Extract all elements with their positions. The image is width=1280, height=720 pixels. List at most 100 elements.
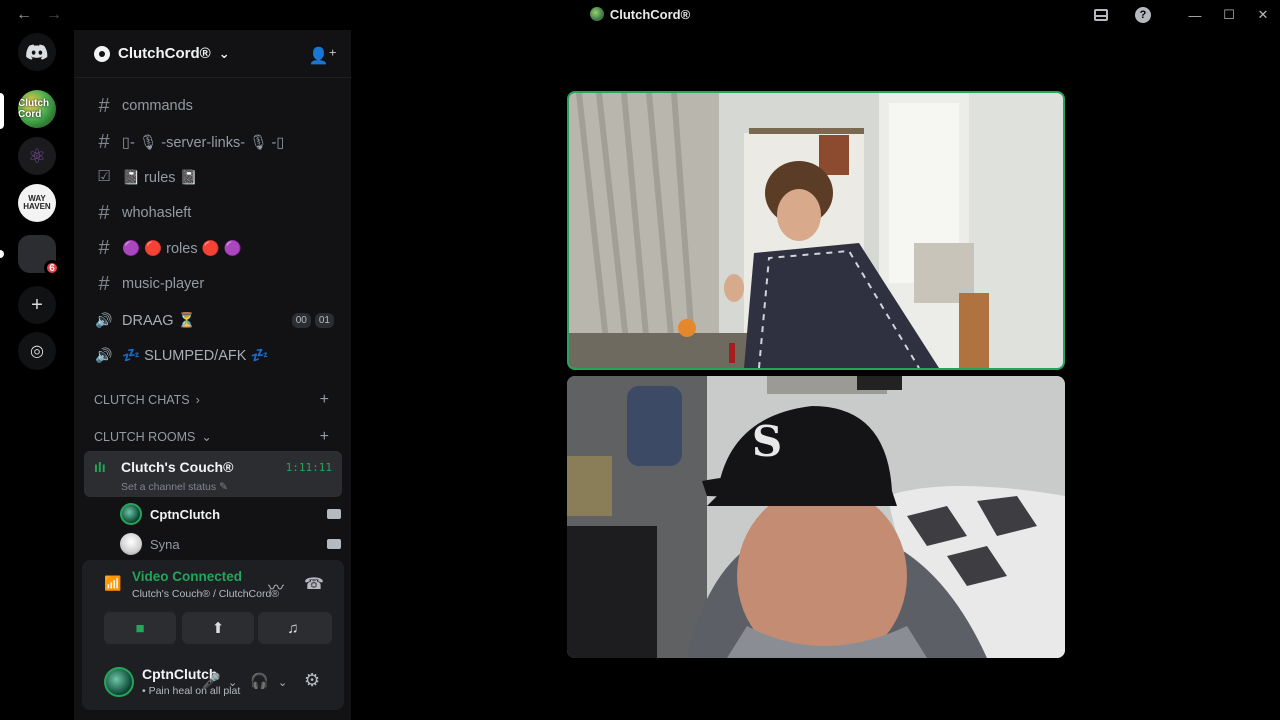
close-button[interactable]: ✕ (1246, 0, 1280, 30)
inbox-icon (1094, 9, 1108, 21)
hash-icon: # (98, 202, 110, 224)
webcam-feed-image: S (567, 376, 1065, 658)
svg-text:S: S (752, 417, 782, 466)
invite-people-icon[interactable]: 👤⁺ (309, 46, 337, 66)
direct-messages-button[interactable] (18, 33, 56, 71)
category-clutch-rooms[interactable]: CLUTCH ROOMS ⌄ (94, 430, 212, 444)
category-clutch-chats[interactable]: CLUTCH CHATS › (94, 393, 200, 407)
voice-status-subtitle[interactable]: Clutch's Couch® / ClutchCord® (132, 588, 279, 600)
chevron-down-icon: ⌄ (218, 45, 230, 61)
screen-share-icon: ⬆ (211, 620, 225, 637)
server-gear-icon (94, 45, 110, 62)
camera-icon: ■ (135, 619, 145, 637)
user-avatar[interactable] (104, 667, 134, 697)
voice-channel-clutchs-couch[interactable]: ılı Clutch's Couch® 1:11:11 Set a channe… (84, 451, 342, 497)
hash-icon: # (98, 237, 110, 259)
channel-draag[interactable]: 🔊 DRAAG ⏳ 00 01 (84, 303, 342, 337)
server-wayhaven[interactable]: WAY HAVEN (18, 184, 56, 222)
headphones-icon[interactable]: 🎧 (250, 672, 269, 690)
voice-member-name: Syna (150, 536, 180, 552)
video-tile-cptnclutch[interactable] (567, 91, 1065, 370)
rules-icon: ☑ (97, 168, 111, 185)
category-label: CLUTCH CHATS (94, 393, 190, 407)
voice-channel-timer: 1:11:11 (285, 461, 332, 474)
voice-member[interactable]: Syna (120, 531, 180, 557)
noise-suppression-icon[interactable]: 〰 (268, 574, 284, 598)
server-rail: Clutch Cord ⚛ WAY HAVEN 6 + ◎ (0, 30, 74, 720)
selected-server-indicator (0, 93, 4, 129)
disconnect-icon[interactable]: ☎ (304, 574, 324, 594)
user-panel: CptnClutch • Pain heal on all plat 🎤 ⌄ 🎧… (82, 650, 344, 710)
title-bar: ← → ClutchCord® ? — ☐ ✕ (0, 0, 1280, 30)
channel-status-link[interactable]: Set a channel status ✎ (121, 481, 228, 493)
soundboard-button[interactable]: ♫ (258, 612, 328, 644)
microphone-icon[interactable]: 🎤 (202, 672, 221, 690)
inbox-button[interactable] (1084, 0, 1118, 30)
user-status: • Pain heal on all plat (142, 685, 241, 697)
category-label: CLUTCH ROOMS (94, 430, 196, 444)
avatar (120, 533, 142, 555)
chevron-down-icon[interactable]: ⌄ (228, 676, 237, 689)
voice-channel-name: Clutch's Couch® (121, 459, 234, 475)
voice-activity-icon: ılı (94, 459, 106, 475)
discord-logo-icon (26, 44, 48, 60)
video-tile-syna[interactable]: S (567, 376, 1065, 658)
speaker-icon: 🔊 (95, 347, 113, 363)
channel-whohasleft[interactable]: # whohasleft (84, 196, 342, 230)
soundboard-icon: ♫ (287, 619, 299, 637)
server-header[interactable]: ClutchCord® ⌄ 👤⁺ (74, 30, 351, 78)
user-limit: 01 (314, 312, 334, 328)
channel-roles[interactable]: # 🟣 🔴 roles 🔴 🟣 (84, 231, 342, 265)
channel-label: ▯- 🎙 -server-links- 🎙 -▯ (122, 134, 285, 151)
chevron-down-icon: ⌄ (201, 430, 212, 444)
channel-label: 📓 rules 📓 (122, 169, 198, 186)
mention-badge: 6 (44, 260, 60, 276)
unread-indicator (0, 250, 4, 258)
channel-rules[interactable]: ☑ 📓 rules 📓 (84, 160, 342, 194)
camera-button[interactable]: ■ (104, 612, 176, 644)
channel-label: commands (122, 98, 193, 114)
server-logo-icon (589, 7, 604, 21)
channel-music-player[interactable]: # music-player (84, 267, 342, 301)
triskele-icon: ⚛ (28, 145, 46, 168)
screen-share-button[interactable]: ⬆ (182, 612, 254, 644)
hash-icon: # (98, 131, 110, 153)
server-triskele[interactable]: ⚛ (18, 137, 56, 175)
voice-status-title: Video Connected (132, 569, 243, 584)
webcam-feed-image (569, 93, 1063, 368)
hash-icon: # (98, 95, 110, 117)
connection-signal-icon[interactable]: 📶 (104, 575, 121, 592)
user-count: 00 (291, 312, 311, 328)
channel-commands[interactable]: # commands (84, 89, 342, 123)
voice-member-name: CptnClutch (150, 506, 221, 522)
help-button[interactable]: ? (1126, 0, 1160, 30)
channel-label: 💤 SLUMPED/AFK 💤 (122, 347, 269, 364)
channel-slumped-afk[interactable]: 🔊 💤 SLUMPED/AFK 💤 (84, 338, 342, 372)
server-clutchcord[interactable]: Clutch Cord (18, 90, 56, 128)
window-title-text: ClutchCord® (609, 7, 691, 22)
speaker-icon: 🔊 (95, 312, 113, 328)
voice-member[interactable]: CptnClutch (120, 501, 220, 527)
create-channel-plus-icon[interactable]: + (320, 428, 329, 446)
server-name-text: ClutchCord® (118, 45, 211, 62)
chevron-down-icon[interactable]: ⌄ (278, 676, 287, 689)
server-wayhaven-label: WAY HAVEN (23, 194, 51, 211)
add-server-button[interactable]: + (18, 286, 56, 324)
video-stage: S (351, 30, 1280, 720)
server-clutchcord-label: Clutch Cord (18, 98, 50, 120)
channel-label: DRAAG ⏳ (122, 312, 196, 329)
hash-icon: # (98, 273, 110, 295)
avatar (120, 503, 142, 525)
server-name[interactable]: ClutchCord® ⌄ (94, 45, 230, 62)
channel-label: 🟣 🔴 roles 🔴 🟣 (122, 240, 242, 257)
help-icon: ? (1135, 7, 1151, 23)
discover-button[interactable]: ◎ (18, 332, 56, 370)
maximize-button[interactable]: ☐ (1212, 0, 1246, 30)
channel-label: whohasleft (122, 205, 192, 221)
video-camera-icon (327, 509, 341, 519)
create-channel-plus-icon[interactable]: + (320, 391, 329, 409)
minimize-button[interactable]: — (1178, 0, 1212, 30)
video-camera-icon (327, 539, 341, 549)
settings-gear-icon[interactable]: ⚙ (304, 670, 320, 691)
channel-server-links[interactable]: # ▯- 🎙 -server-links- 🎙 -▯ (84, 125, 342, 159)
